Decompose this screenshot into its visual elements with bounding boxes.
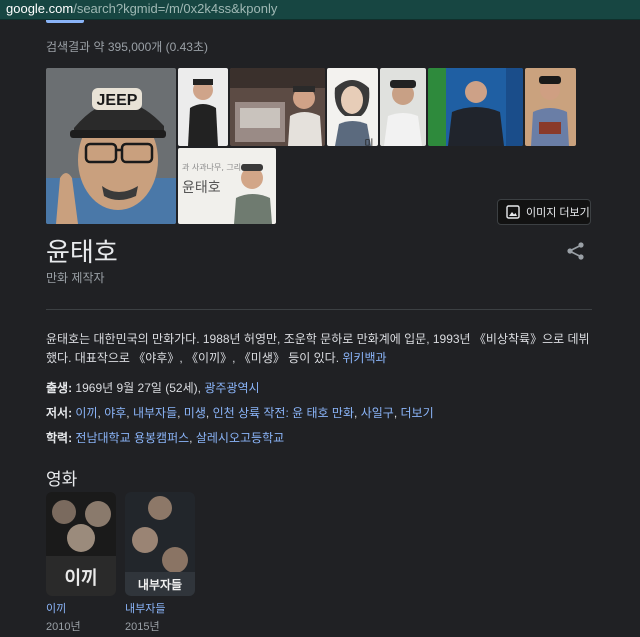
svg-text:과 사과나무, 그리고: 과 사과나무, 그리고: [182, 163, 249, 172]
entity-description: 윤태호는 대한민국의 만화가다. 1988년 허영만, 조운학 문하로 만화계에…: [46, 330, 592, 368]
fact-works: 저서: 이끼, 야후, 내부자들, 미생, 인천 상륙 작전: 윤 태호 만화,…: [46, 406, 434, 420]
loading-progress-bar: [46, 20, 84, 23]
image-thumb-8[interactable]: 과 사과나무, 그리고 윤태호: [178, 148, 276, 224]
description-text: 윤태호는 대한민국의 만화가다. 1988년 허영만, 조운학 문하로 만화계에…: [46, 332, 590, 365]
movies-heading: 영화: [46, 470, 78, 489]
main-portrait-image[interactable]: JEEP: [46, 68, 176, 224]
movie-title[interactable]: 이끼: [46, 600, 116, 616]
fact-birth-value: 1969년 9월 27일 (52세),: [75, 381, 201, 395]
fact-education-label: 학력:: [46, 431, 73, 445]
poster-title-text: 내부자들: [138, 577, 182, 592]
more-images-button[interactable]: 이미지 더보기: [497, 199, 591, 225]
movie-year: 2010년: [46, 621, 81, 633]
work-link[interactable]: 내부자들: [133, 406, 177, 420]
url-path: /search?kgmid=/m/0x2k4ss&kponly: [73, 1, 278, 16]
divider: [46, 309, 592, 310]
wikipedia-link[interactable]: 위키백과: [342, 351, 386, 365]
url-text[interactable]: google.com/search?kgmid=/m/0x2k4ss&kponl…: [6, 1, 277, 16]
share-icon: [567, 242, 584, 260]
more-images-label: 이미지 더보기: [526, 207, 590, 219]
work-link[interactable]: 야후: [104, 406, 126, 420]
education-link[interactable]: 살레시오고등학교: [196, 431, 284, 445]
image-thumb-2[interactable]: [178, 68, 228, 146]
entity-subtitle: 만화 제작자: [46, 271, 105, 285]
education-link[interactable]: 전남대학교 용봉캠퍼스: [75, 431, 189, 445]
thumb-tile-text: 미생: [362, 138, 374, 146]
image-thumb-6[interactable]: [428, 68, 523, 146]
movie-poster[interactable]: 내부자들: [125, 492, 195, 596]
url-host: google.com: [6, 1, 74, 16]
birthplace-link[interactable]: 광주광역시: [204, 381, 259, 395]
cap-logo-text: JEEP: [97, 92, 138, 109]
entity-title: 윤태호: [46, 237, 118, 267]
movie-card[interactable]: 이끼 이끼 2010년: [46, 492, 116, 634]
browser-url-bar[interactable]: google.com/search?kgmid=/m/0x2k4ss&kponl…: [0, 0, 640, 20]
movie-title[interactable]: 내부자들: [125, 600, 195, 616]
fact-works-label: 저서:: [46, 406, 73, 420]
fact-education: 학력: 전남대학교 용봉캠퍼스, 살레시오고등학교: [46, 431, 285, 445]
movie-card[interactable]: 내부자들 내부자들 2015년: [125, 492, 195, 634]
fact-birth-label: 출생:: [46, 381, 73, 395]
fact-birth: 출생: 1969년 9월 27일 (52세), 광주광역시: [46, 379, 260, 396]
poster-title-text: 이끼: [64, 568, 97, 589]
result-stats: 검색결과 약 395,000개 (0.43초): [46, 40, 209, 54]
image-thumb-4[interactable]: 미생: [327, 68, 378, 146]
works-more-link[interactable]: 더보기: [400, 406, 433, 420]
movie-year: 2015년: [125, 621, 160, 633]
movie-poster[interactable]: 이끼: [46, 492, 116, 596]
work-link[interactable]: 이끼: [75, 406, 97, 420]
image-thumb-7[interactable]: [525, 68, 576, 146]
image-thumb-5[interactable]: [380, 68, 426, 146]
image-icon: [506, 205, 520, 219]
share-button[interactable]: [565, 240, 587, 262]
image-thumb-3[interactable]: [230, 68, 325, 146]
svg-text:윤태호: 윤태호: [182, 180, 221, 196]
work-link[interactable]: 인천 상륙 작전: 윤 태호 만화: [213, 406, 354, 420]
work-link[interactable]: 미생: [184, 406, 206, 420]
work-link[interactable]: 사일구: [361, 406, 394, 420]
